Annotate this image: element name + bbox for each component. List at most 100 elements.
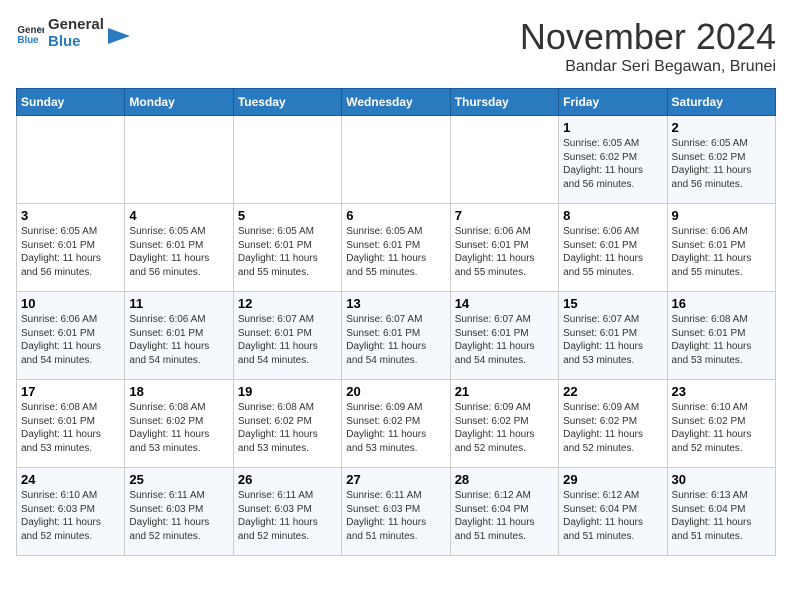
calendar-cell: 6 Sunrise: 6:05 AM Sunset: 6:01 PM Daylig… [342,204,450,292]
logo: General Blue General Blue [16,16,130,50]
calendar-cell: 29 Sunrise: 6:12 AM Sunset: 6:04 PM Dayli… [559,468,667,556]
day-number: 1 [563,120,662,135]
day-number: 9 [672,208,771,223]
day-info: Sunrise: 6:11 AM Sunset: 6:03 PM Dayligh… [129,489,228,543]
day-info: Sunrise: 6:07 AM Sunset: 6:01 PM Dayligh… [346,313,445,367]
day-info: Sunrise: 6:09 AM Sunset: 6:02 PM Dayligh… [563,401,662,455]
day-number: 10 [21,296,120,311]
calendar-cell: 23Sunrise: 6:10 AM Sunset: 6:02 PM Dayli… [667,380,775,468]
calendar-cell: 25 Sunrise: 6:11 AM Sunset: 6:03 PM Dayli… [125,468,233,556]
day-info: Sunrise: 6:08 AM Sunset: 6:01 PM Dayligh… [672,313,771,367]
day-number: 13 [346,296,445,311]
day-number: 5 [238,208,337,223]
day-number: 29 [563,472,662,487]
day-info: Sunrise: 6:05 AM Sunset: 6:01 PM Dayligh… [21,225,120,279]
day-number: 25 [129,472,228,487]
day-number: 16 [672,296,771,311]
day-info: Sunrise: 6:11 AM Sunset: 6:03 PM Dayligh… [238,489,337,543]
day-number: 6 [346,208,445,223]
calendar-cell: 22 Sunrise: 6:09 AM Sunset: 6:02 PM Dayli… [559,380,667,468]
weekday-header: Friday [559,89,667,116]
calendar-cell [125,116,233,204]
day-info: Sunrise: 6:07 AM Sunset: 6:01 PM Dayligh… [238,313,337,367]
calendar-cell: 5 Sunrise: 6:05 AM Sunset: 6:01 PM Daylig… [233,204,341,292]
day-number: 26 [238,472,337,487]
calendar-week-row: 17 Sunrise: 6:08 AM Sunset: 6:01 PM Dayli… [17,380,776,468]
day-info: Sunrise: 6:12 AM Sunset: 6:04 PM Dayligh… [563,489,662,543]
calendar-cell [17,116,125,204]
calendar-cell: 18Sunrise: 6:08 AM Sunset: 6:02 PM Dayli… [125,380,233,468]
calendar-cell: 9 Sunrise: 6:06 AM Sunset: 6:01 PM Daylig… [667,204,775,292]
day-info: Sunrise: 6:06 AM Sunset: 6:01 PM Dayligh… [21,313,120,367]
day-number: 4 [129,208,228,223]
weekday-header: Sunday [17,89,125,116]
day-number: 14 [455,296,554,311]
day-info: Sunrise: 6:07 AM Sunset: 6:01 PM Dayligh… [455,313,554,367]
day-info: Sunrise: 6:05 AM Sunset: 6:01 PM Dayligh… [238,225,337,279]
calendar-cell: 10 Sunrise: 6:06 AM Sunset: 6:01 PM Dayli… [17,292,125,380]
logo-icon: General Blue [16,19,44,47]
day-info: Sunrise: 6:09 AM Sunset: 6:02 PM Dayligh… [455,401,554,455]
calendar-cell: 27 Sunrise: 6:11 AM Sunset: 6:03 PM Dayli… [342,468,450,556]
day-number: 19 [238,384,337,399]
weekday-header-row: SundayMondayTuesdayWednesdayThursdayFrid… [17,89,776,116]
calendar-cell: 20 Sunrise: 6:09 AM Sunset: 6:02 PM Dayli… [342,380,450,468]
weekday-header: Thursday [450,89,558,116]
calendar-cell: 17 Sunrise: 6:08 AM Sunset: 6:01 PM Dayli… [17,380,125,468]
calendar-cell: 21Sunrise: 6:09 AM Sunset: 6:02 PM Dayli… [450,380,558,468]
calendar-cell: 3 Sunrise: 6:05 AM Sunset: 6:01 PM Daylig… [17,204,125,292]
calendar-cell: 1 Sunrise: 6:05 AM Sunset: 6:02 PM Daylig… [559,116,667,204]
day-info: Sunrise: 6:06 AM Sunset: 6:01 PM Dayligh… [455,225,554,279]
day-info: Sunrise: 6:08 AM Sunset: 6:01 PM Dayligh… [21,401,120,455]
day-info: Sunrise: 6:05 AM Sunset: 6:02 PM Dayligh… [672,137,771,191]
calendar-header: SundayMondayTuesdayWednesdayThursdayFrid… [17,89,776,116]
day-info: Sunrise: 6:10 AM Sunset: 6:03 PM Dayligh… [21,489,120,543]
day-info: Sunrise: 6:05 AM Sunset: 6:01 PM Dayligh… [346,225,445,279]
day-number: 7 [455,208,554,223]
calendar-cell: 14 Sunrise: 6:07 AM Sunset: 6:01 PM Dayli… [450,292,558,380]
day-info: Sunrise: 6:13 AM Sunset: 6:04 PM Dayligh… [672,489,771,543]
calendar-week-row: 3 Sunrise: 6:05 AM Sunset: 6:01 PM Daylig… [17,204,776,292]
calendar-week-row: 1 Sunrise: 6:05 AM Sunset: 6:02 PM Daylig… [17,116,776,204]
calendar-table: SundayMondayTuesdayWednesdayThursdayFrid… [16,88,776,556]
calendar-cell: 28Sunrise: 6:12 AM Sunset: 6:04 PM Dayli… [450,468,558,556]
calendar-cell: 30 Sunrise: 6:13 AM Sunset: 6:04 PM Dayli… [667,468,775,556]
day-info: Sunrise: 6:11 AM Sunset: 6:03 PM Dayligh… [346,489,445,543]
logo-general: General [48,16,104,33]
weekday-header: Wednesday [342,89,450,116]
calendar-cell [233,116,341,204]
day-info: Sunrise: 6:09 AM Sunset: 6:02 PM Dayligh… [346,401,445,455]
svg-text:Blue: Blue [17,35,39,46]
day-number: 30 [672,472,771,487]
day-info: Sunrise: 6:05 AM Sunset: 6:02 PM Dayligh… [563,137,662,191]
day-number: 3 [21,208,120,223]
day-number: 22 [563,384,662,399]
day-number: 20 [346,384,445,399]
calendar-cell: 24Sunrise: 6:10 AM Sunset: 6:03 PM Dayli… [17,468,125,556]
day-number: 27 [346,472,445,487]
calendar-cell [342,116,450,204]
page-header: General Blue General Blue November 2024 … [16,16,776,76]
day-info: Sunrise: 6:06 AM Sunset: 6:01 PM Dayligh… [563,225,662,279]
day-number: 23 [672,384,771,399]
calendar-cell: 7 Sunrise: 6:06 AM Sunset: 6:01 PM Daylig… [450,204,558,292]
day-info: Sunrise: 6:06 AM Sunset: 6:01 PM Dayligh… [129,313,228,367]
day-number: 12 [238,296,337,311]
day-number: 28 [455,472,554,487]
day-info: Sunrise: 6:08 AM Sunset: 6:02 PM Dayligh… [238,401,337,455]
calendar-cell: 19 Sunrise: 6:08 AM Sunset: 6:02 PM Dayli… [233,380,341,468]
day-info: Sunrise: 6:07 AM Sunset: 6:01 PM Dayligh… [563,313,662,367]
day-number: 17 [21,384,120,399]
calendar-cell: 4 Sunrise: 6:05 AM Sunset: 6:01 PM Daylig… [125,204,233,292]
calendar-cell: 15 Sunrise: 6:07 AM Sunset: 6:01 PM Dayli… [559,292,667,380]
weekday-header: Saturday [667,89,775,116]
day-info: Sunrise: 6:06 AM Sunset: 6:01 PM Dayligh… [672,225,771,279]
day-number: 15 [563,296,662,311]
calendar-cell: 8Sunrise: 6:06 AM Sunset: 6:01 PM Daylig… [559,204,667,292]
calendar-cell: 16 Sunrise: 6:08 AM Sunset: 6:01 PM Dayli… [667,292,775,380]
day-info: Sunrise: 6:08 AM Sunset: 6:02 PM Dayligh… [129,401,228,455]
day-number: 2 [672,120,771,135]
day-info: Sunrise: 6:05 AM Sunset: 6:01 PM Dayligh… [129,225,228,279]
calendar-cell: 13 Sunrise: 6:07 AM Sunset: 6:01 PM Dayli… [342,292,450,380]
weekday-header: Monday [125,89,233,116]
